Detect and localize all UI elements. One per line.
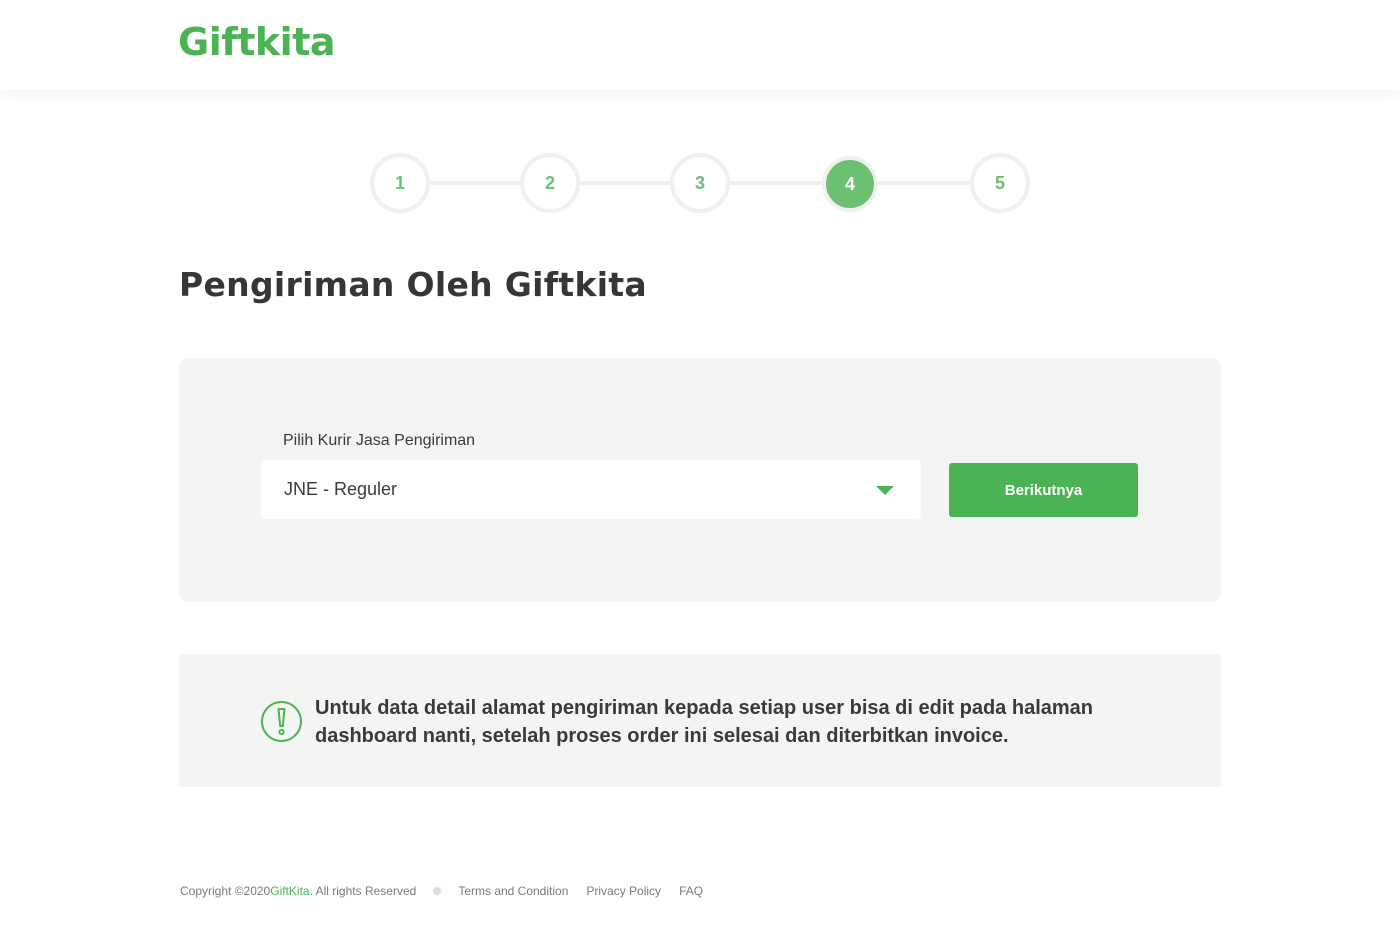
courier-select[interactable]: JNE - Reguler [261,460,921,519]
courier-select-value: JNE - Reguler [284,479,398,499]
caret-down-icon [876,486,894,495]
info-notice-text: Untuk data detail alamat pengiriman kepa… [315,697,1094,747]
next-button[interactable]: Berikutnya [949,463,1138,517]
site-header: Giftkita [0,0,1400,90]
page-title: Pengiriman Oleh Giftkita [179,265,647,304]
order-stepper: 1 2 3 4 5 [370,153,1030,213]
shipping-form-card: Pilih Kurir Jasa Pengiriman JNE - Regule… [179,358,1221,602]
copyright-suffix: . All rights Reserved [309,884,417,898]
giftkita-logo[interactable]: Giftkita [178,20,336,64]
faq-link[interactable]: FAQ [679,884,703,898]
courier-field-label: Pilih Kurir Jasa Pengiriman [283,432,476,449]
privacy-policy-link[interactable]: Privacy Policy [586,884,661,898]
site-footer: Copyright ©2020 GiftKita . All rights Re… [180,883,721,899]
footer-separator-dot [433,887,442,895]
step-1[interactable]: 1 [370,153,430,213]
step-2[interactable]: 2 [520,153,580,213]
terms-link[interactable]: Terms and Condition [458,884,568,898]
exclamation-circle-icon [261,701,302,742]
copyright-brand-link[interactable]: GiftKita [270,884,309,898]
step-3[interactable]: 3 [670,153,730,213]
copyright-prefix: Copyright ©2020 [180,884,271,898]
info-notice-card: Untuk data detail alamat pengiriman kepa… [179,654,1221,787]
step-4-active[interactable]: 4 [822,156,878,212]
step-5[interactable]: 5 [970,153,1030,213]
